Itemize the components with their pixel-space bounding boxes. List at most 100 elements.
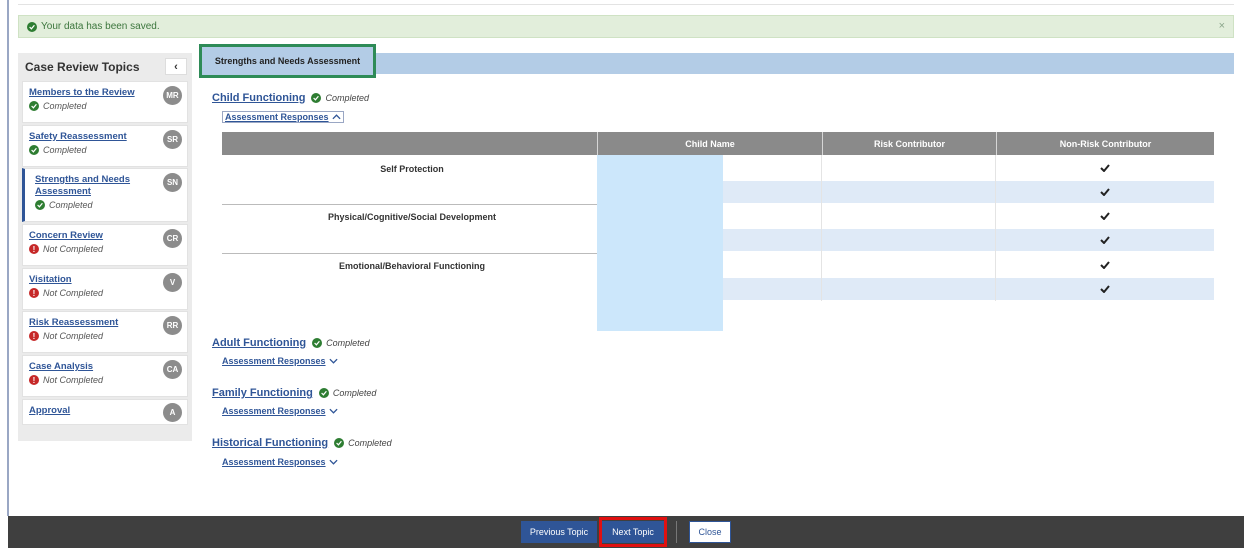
status-text: Completed — [326, 338, 370, 348]
sidebar-item-label[interactable]: Case Analysis — [29, 361, 141, 373]
check-circle-icon — [311, 93, 322, 103]
section-title: Strengths and Needs Assessment — [199, 44, 376, 78]
sidebar-item-risk[interactable]: Risk Reassessment ! Not Completed RR — [22, 311, 188, 353]
chevron-down-icon — [328, 358, 338, 364]
column-header-non-risk: Non-Risk Contributor — [996, 132, 1214, 155]
assessment-table-header: Child Name Risk Contributor Non-Risk Con… — [222, 132, 1214, 155]
collapse-sidebar-button[interactable]: ‹ — [165, 58, 187, 75]
status-text: Not Completed — [43, 244, 104, 254]
historical-functioning-link[interactable]: Historical Functioning — [212, 437, 328, 449]
check-circle-icon — [29, 101, 39, 111]
status-completed: Completed — [29, 145, 181, 155]
success-alert: Your data has been saved. × — [18, 15, 1234, 38]
status-completed: Completed — [334, 438, 392, 448]
topic-badge: SR — [163, 130, 182, 149]
status-not-completed: ! Not Completed — [29, 288, 181, 298]
sidebar-item-label[interactable]: Risk Reassessment — [29, 317, 141, 329]
status-not-completed: ! Not Completed — [29, 331, 181, 341]
sidebar-item-label[interactable]: Safety Reassessment — [29, 131, 141, 143]
adult-assessment-responses-toggle[interactable]: Assessment Responses — [222, 356, 338, 366]
sidebar-item-strengths[interactable]: Strengths and Needs Assessment Completed… — [22, 168, 188, 222]
row-divider — [222, 204, 597, 205]
alert-close-button[interactable]: × — [1219, 20, 1225, 32]
status-completed: Completed — [35, 200, 181, 210]
family-functioning-header: Family Functioning Completed — [212, 387, 376, 399]
child-functioning-link[interactable]: Child Functioning — [212, 92, 305, 104]
topic-badge: MR — [163, 86, 182, 105]
checkmark-icon — [1098, 210, 1112, 222]
status-text: Completed — [325, 93, 370, 103]
status-text: Not Completed — [43, 288, 104, 298]
sidebar-item-label[interactable]: Visitation — [29, 274, 141, 286]
checkmark-icon — [1098, 234, 1112, 246]
adult-functioning-header: Adult Functioning Completed — [212, 337, 370, 349]
historical-assessment-responses-toggle[interactable]: Assessment Responses — [222, 457, 338, 467]
top-divider — [18, 4, 1234, 5]
checkmark-icon — [1098, 283, 1112, 295]
historical-functioning-header: Historical Functioning Completed — [212, 437, 392, 449]
row-label-self-protection: Self Protection — [380, 164, 444, 174]
status-text: Completed — [332, 388, 377, 398]
chevron-down-icon — [328, 408, 338, 414]
child-functioning-header: Child Functioning Completed — [212, 92, 369, 104]
sidebar-item-label[interactable]: Approval — [29, 405, 141, 417]
checkmark-icon — [1098, 186, 1112, 198]
case-review-sidebar: Case Review Topics ‹ Members to the Revi… — [18, 53, 192, 441]
sidebar-item-label[interactable]: Members to the Review — [29, 87, 141, 99]
checkmark-icon — [1098, 259, 1112, 271]
alert-message: Your data has been saved. — [41, 21, 160, 32]
status-text: Completed — [43, 145, 87, 155]
check-circle-icon — [312, 338, 323, 348]
check-circle-icon — [29, 145, 39, 155]
status-text: Completed — [49, 200, 93, 210]
toggle-label: Assessment Responses — [222, 406, 326, 416]
row-divider — [222, 253, 597, 254]
status-completed: Completed — [312, 338, 370, 348]
sidebar-item-safety[interactable]: Safety Reassessment Completed SR — [22, 125, 188, 167]
row-label-emotional: Emotional/Behavioral Functioning — [338, 261, 485, 271]
row-label-development: Physical/Cognitive/Social Development — [327, 212, 497, 222]
left-border — [7, 0, 9, 516]
redacted-child-name — [597, 155, 723, 331]
sidebar-item-label[interactable]: Strengths and Needs Assessment — [35, 174, 135, 198]
status-text: Completed — [348, 438, 392, 448]
exclamation-circle-icon: ! — [29, 288, 39, 298]
family-assessment-responses-toggle[interactable]: Assessment Responses — [222, 406, 338, 416]
toggle-label: Assessment Responses — [222, 356, 326, 366]
check-circle-icon — [27, 21, 37, 32]
status-completed: Completed — [311, 93, 369, 103]
column-divider — [995, 155, 996, 301]
sidebar-item-members[interactable]: Members to the Review Completed MR — [22, 81, 188, 123]
topic-badge: SN — [163, 173, 182, 192]
family-functioning-link[interactable]: Family Functioning — [212, 387, 313, 399]
topic-badge: RR — [163, 316, 182, 335]
column-divider — [821, 155, 822, 301]
sidebar-item-label[interactable]: Concern Review — [29, 230, 141, 242]
footer-divider — [676, 521, 677, 543]
check-circle-icon — [334, 438, 345, 448]
topic-badge: V — [163, 273, 182, 292]
exclamation-circle-icon: ! — [29, 244, 39, 254]
sidebar-item-approval[interactable]: Approval A — [22, 399, 188, 425]
close-button[interactable]: Close — [689, 521, 731, 543]
sidebar-item-concern[interactable]: Concern Review ! Not Completed CR — [22, 224, 188, 266]
child-assessment-responses-toggle[interactable]: Assessment Responses — [222, 111, 344, 123]
exclamation-circle-icon: ! — [29, 375, 39, 385]
chevron-down-icon — [328, 459, 338, 465]
chevron-up-icon — [331, 114, 341, 120]
adult-functioning-link[interactable]: Adult Functioning — [212, 337, 306, 349]
toggle-label: Assessment Responses — [225, 112, 329, 122]
sidebar-item-visitation[interactable]: Visitation ! Not Completed V — [22, 268, 188, 310]
next-topic-highlight — [599, 517, 667, 547]
page: Your data has been saved. × Case Review … — [0, 0, 1244, 548]
status-text: Completed — [43, 101, 87, 111]
sidebar-item-case-analysis[interactable]: Case Analysis ! Not Completed CA — [22, 355, 188, 397]
column-header-child-name: Child Name — [597, 132, 822, 155]
status-text: Not Completed — [43, 331, 104, 341]
status-completed: Completed — [29, 101, 181, 111]
previous-topic-button[interactable]: Previous Topic — [521, 521, 597, 543]
column-header-risk: Risk Contributor — [822, 132, 996, 155]
topic-badge: CA — [163, 360, 182, 379]
status-not-completed: ! Not Completed — [29, 244, 181, 254]
status-completed: Completed — [318, 388, 377, 398]
